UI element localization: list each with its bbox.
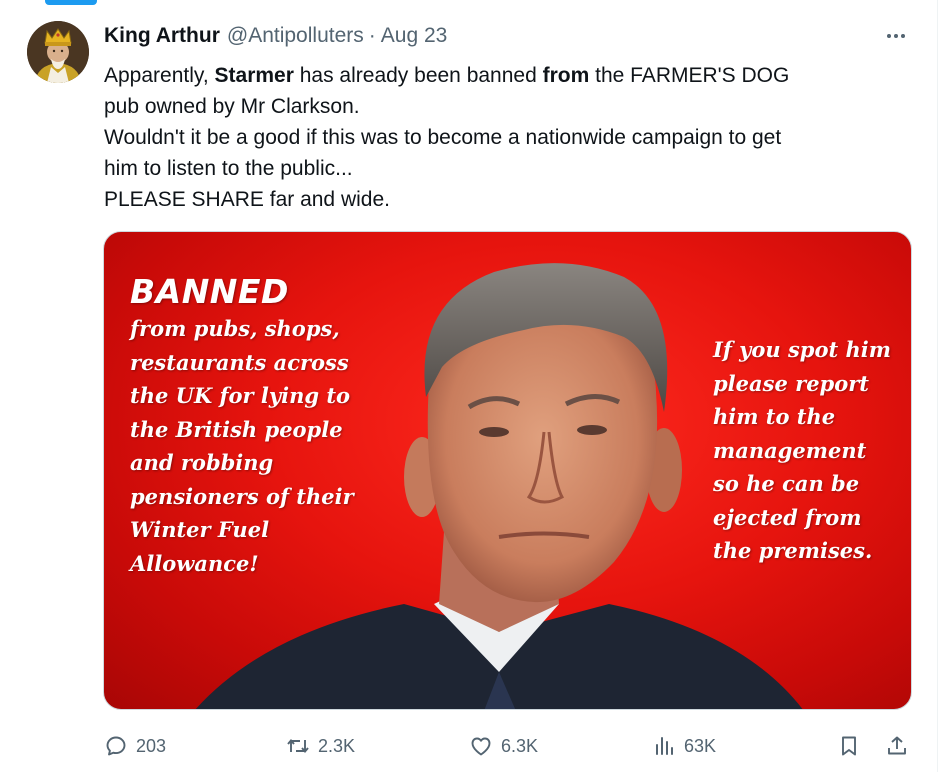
share-icon [888,736,906,755]
more-dot [901,34,905,38]
tweet-text-line: him to listen to the public... [104,157,353,180]
media-left-line: pensioners of their [130,483,354,509]
tweet-text: Apparently, Starmer has already been ban… [104,60,904,215]
views-icon [656,737,673,755]
tweet-header: King Arthur @Antipolluters · Aug 23 [104,24,447,52]
text-bold-segment: Starmer [214,64,294,87]
more-dot [887,34,891,38]
tweet-media-image[interactable]: BANNED from pubs, shops, restaurants acr… [103,231,912,710]
author-display-name[interactable]: King Arthur [104,24,220,48]
media-heading: BANNED [130,272,289,311]
tweet-text-line: Wouldn't it be a good if this was to bec… [104,126,782,149]
retweet-icon [287,739,309,753]
text-segment: has already been banned [293,64,543,87]
bookmark-icon [842,736,856,756]
tweet-text-line: pub owned by Mr Clarkson. [104,95,360,118]
more-icon[interactable] [882,24,910,48]
top-accent-pill [45,0,97,5]
more-dot [894,34,898,38]
media-right-text: If you spot him please report him to the… [713,333,911,568]
like-button[interactable]: 6.3K [469,730,538,762]
media-left-line: and robbing [130,450,274,475]
tweet-date[interactable]: Aug 23 [381,24,448,48]
retweet-count: 2.3K [318,735,356,756]
media-left-line: Winter Fuel [130,517,270,542]
tweet-actions-bar: 203 2.3K 6.3K 63K [104,730,914,762]
media-left-line: restaurants across [130,349,349,375]
media-left-line: from pubs, shops, [130,316,340,341]
text-segment: Apparently, [104,64,215,87]
media-right-line: him to the [713,404,836,429]
tweet-text-line: PLEASE SHARE far and wide. [104,188,390,211]
media-left-line: the British people [130,416,343,442]
reply-count: 203 [136,735,167,756]
media-right-line: If you spot him [713,337,891,362]
tweet-text-line: Apparently, Starmer has already been ban… [104,60,904,91]
like-count: 6.3K [501,735,539,756]
bookmark-button[interactable] [837,730,861,762]
views-count: 63K [684,735,717,756]
top-strip [0,0,938,8]
text-segment: the FARMER'S DOG [589,64,790,87]
media-left-text: BANNED from pubs, shops, restaurants acr… [130,272,460,580]
media-left-line: Allowance! [130,550,259,576]
reply-icon [106,736,126,756]
reply-button[interactable]: 203 [104,730,166,762]
media-right-line: please report [713,370,870,396]
media-right-line: so he can be [713,471,860,496]
retweet-button[interactable]: 2.3K [286,730,355,762]
share-button[interactable] [885,730,909,762]
author-handle[interactable]: @Antipolluters [227,24,364,48]
text-bold-segment: from [542,64,590,87]
media-left-line: the UK for lying to [130,383,351,408]
avatar[interactable] [27,21,89,83]
header-separator: · [368,24,376,47]
views-button[interactable]: 63K [652,730,716,762]
media-right-line: the premises. [713,538,873,563]
avatar-image [27,21,89,83]
like-icon [471,737,491,756]
media-right-line: management [713,437,867,463]
media-right-line: ejected from [713,504,862,530]
